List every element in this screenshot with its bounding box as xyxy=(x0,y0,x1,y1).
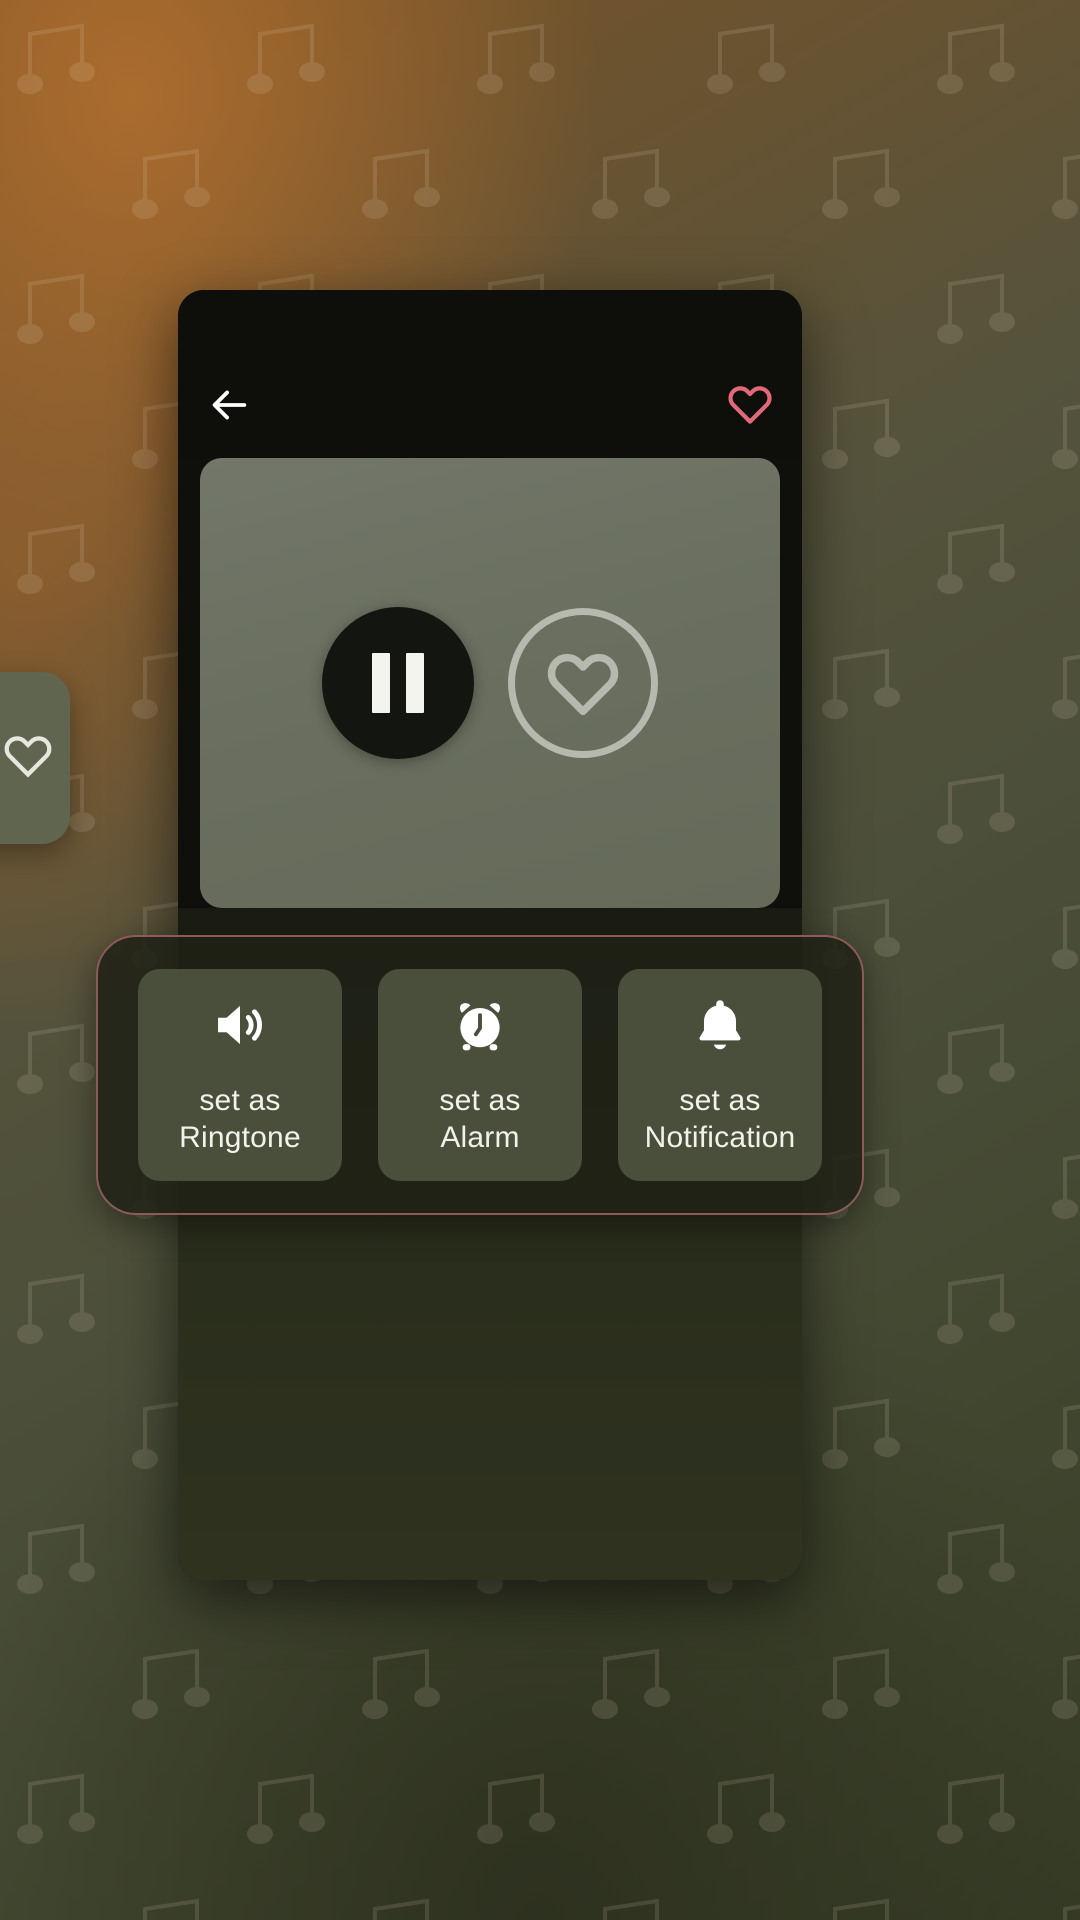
action-label-line2: Ringtone xyxy=(179,1121,301,1154)
peek-favorite-card[interactable] xyxy=(0,672,70,844)
speaker-volume-icon xyxy=(209,994,271,1056)
set-as-ringtone-button[interactable]: set as Ringtone xyxy=(138,969,342,1181)
set-as-actions-container: set as Ringtone set as Alarm set as Noti… xyxy=(96,935,864,1215)
action-label: set as Ringtone xyxy=(179,1082,301,1156)
pause-icon-bar-right xyxy=(406,653,424,713)
heart-outline-icon xyxy=(728,386,772,424)
action-label-line1: set as xyxy=(439,1084,521,1117)
set-as-notification-button[interactable]: set as Notification xyxy=(618,969,822,1181)
action-label-line1: set as xyxy=(199,1084,281,1117)
back-button[interactable] xyxy=(206,382,252,428)
heart-outline-icon xyxy=(4,736,52,778)
play-pause-button[interactable] xyxy=(322,607,474,759)
action-label-line1: set as xyxy=(679,1084,761,1117)
artwork-favorite-button[interactable] xyxy=(508,608,658,758)
playback-controls-row xyxy=(200,607,780,759)
action-label-line2: Notification xyxy=(644,1121,796,1154)
arrow-left-icon xyxy=(212,390,247,420)
action-label-line2: Alarm xyxy=(440,1121,520,1154)
header-favorite-button[interactable] xyxy=(726,380,774,428)
bell-icon xyxy=(689,994,751,1056)
alarm-clock-icon xyxy=(449,994,511,1056)
action-label: set as Alarm xyxy=(439,1082,520,1156)
header-bar xyxy=(178,290,802,458)
action-label: set as Notification xyxy=(645,1082,796,1156)
set-as-alarm-button[interactable]: set as Alarm xyxy=(378,969,582,1181)
heart-outline-icon xyxy=(547,653,619,716)
album-artwork-panel xyxy=(200,458,780,908)
pause-icon-bar-left xyxy=(372,653,390,713)
